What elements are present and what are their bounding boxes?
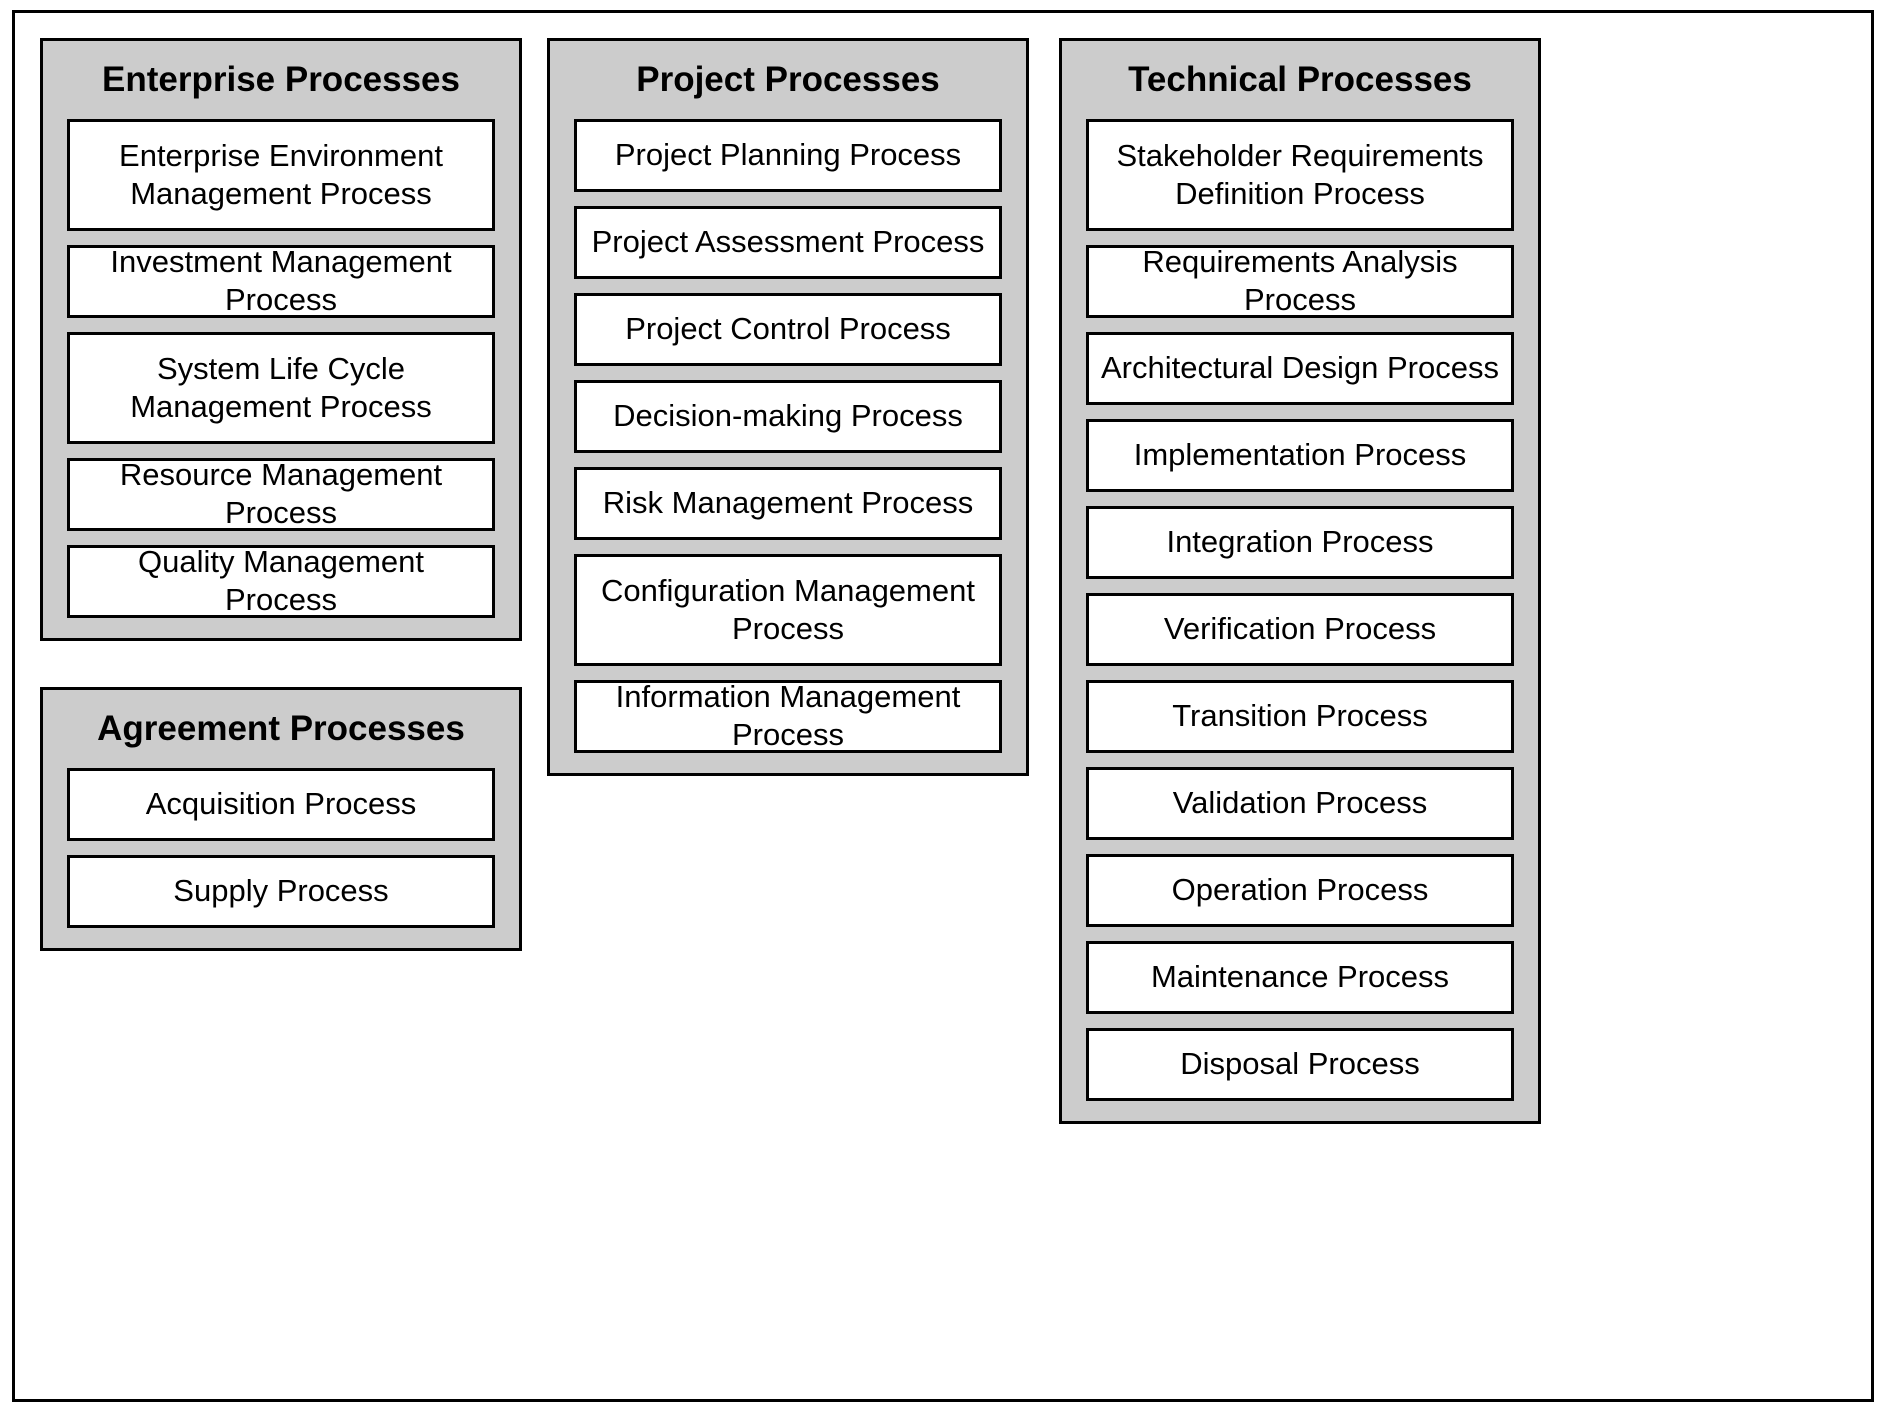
- process-box-enterprise-environment-management[interactable]: Enterprise Environment Management Proces…: [67, 118, 495, 231]
- group-title-technical-processes: Technical Processes: [1128, 60, 1472, 99]
- process-box-requirements-analysis[interactable]: Requirements Analysis Process: [1086, 244, 1514, 318]
- column-left: Enterprise Processes Enterprise Environm…: [40, 38, 522, 951]
- column-middle: Project Processes Project Planning Proce…: [547, 38, 1029, 776]
- process-box-quality-management[interactable]: Quality Management Process: [67, 544, 495, 618]
- process-box-disposal[interactable]: Disposal Process: [1086, 1027, 1514, 1101]
- process-box-architectural-design[interactable]: Architectural Design Process: [1086, 331, 1514, 405]
- process-box-configuration-management[interactable]: Configuration Management Process: [574, 553, 1002, 666]
- process-box-operation[interactable]: Operation Process: [1086, 853, 1514, 927]
- process-box-decision-making[interactable]: Decision-making Process: [574, 379, 1002, 453]
- group-enterprise-processes: Enterprise Processes Enterprise Environm…: [40, 38, 522, 641]
- process-box-information-management[interactable]: Information Management Process: [574, 679, 1002, 753]
- process-box-resource-management[interactable]: Resource Management Process: [67, 457, 495, 531]
- process-box-acquisition[interactable]: Acquisition Process: [67, 767, 495, 841]
- group-technical-processes: Technical Processes Stakeholder Requirem…: [1059, 38, 1541, 1124]
- process-box-stakeholder-requirements-definition[interactable]: Stakeholder Requirements Definition Proc…: [1086, 118, 1514, 231]
- process-box-supply[interactable]: Supply Process: [67, 854, 495, 928]
- process-box-implementation[interactable]: Implementation Process: [1086, 418, 1514, 492]
- process-box-integration[interactable]: Integration Process: [1086, 505, 1514, 579]
- process-box-risk-management[interactable]: Risk Management Process: [574, 466, 1002, 540]
- process-box-verification[interactable]: Verification Process: [1086, 592, 1514, 666]
- process-box-project-control[interactable]: Project Control Process: [574, 292, 1002, 366]
- group-title-agreement-processes: Agreement Processes: [97, 708, 465, 748]
- process-box-investment-management[interactable]: Investment Management Process: [67, 244, 495, 318]
- group-agreement-processes: Agreement Processes Acquisition Process …: [40, 686, 522, 951]
- group-title-project-processes: Project Processes: [636, 60, 940, 99]
- process-box-validation[interactable]: Validation Process: [1086, 766, 1514, 840]
- group-title-enterprise-processes: Enterprise Processes: [102, 60, 460, 99]
- process-box-transition[interactable]: Transition Process: [1086, 679, 1514, 753]
- process-box-project-assessment[interactable]: Project Assessment Process: [574, 205, 1002, 279]
- diagram-outer-frame: Enterprise Processes Enterprise Environm…: [12, 10, 1874, 1402]
- process-box-maintenance[interactable]: Maintenance Process: [1086, 940, 1514, 1014]
- group-project-processes: Project Processes Project Planning Proce…: [547, 38, 1029, 776]
- column-right: Technical Processes Stakeholder Requirem…: [1059, 38, 1541, 1124]
- process-box-project-planning[interactable]: Project Planning Process: [574, 118, 1002, 192]
- process-box-system-life-cycle-management[interactable]: System Life Cycle Management Process: [67, 331, 495, 444]
